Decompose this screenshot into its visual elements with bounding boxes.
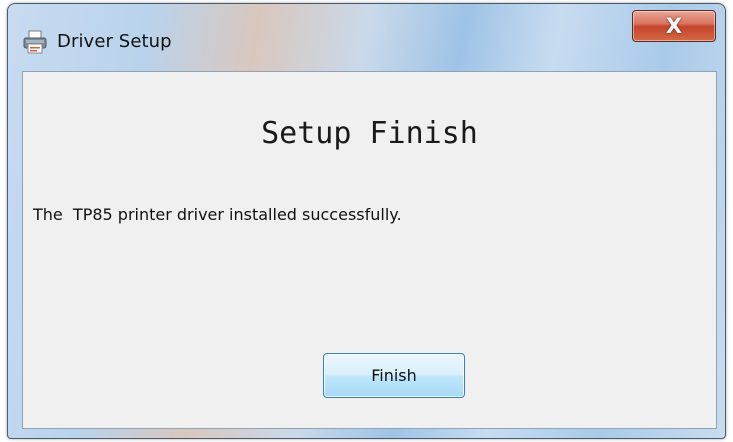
close-icon: X xyxy=(665,14,683,38)
window-title: Driver Setup xyxy=(57,31,172,52)
dialog-window: Driver Setup X Setup Finish The TP85 pri… xyxy=(7,3,726,439)
finish-button[interactable]: Finish xyxy=(323,353,465,398)
dialog-content: Setup Finish The TP85 printer driver ins… xyxy=(22,71,717,429)
printer-icon xyxy=(22,29,48,55)
status-message: The TP85 printer driver installed succes… xyxy=(33,205,402,224)
close-button[interactable]: X xyxy=(632,10,716,42)
setup-heading: Setup Finish xyxy=(261,116,478,151)
title-bar[interactable]: Driver Setup X xyxy=(8,4,725,74)
